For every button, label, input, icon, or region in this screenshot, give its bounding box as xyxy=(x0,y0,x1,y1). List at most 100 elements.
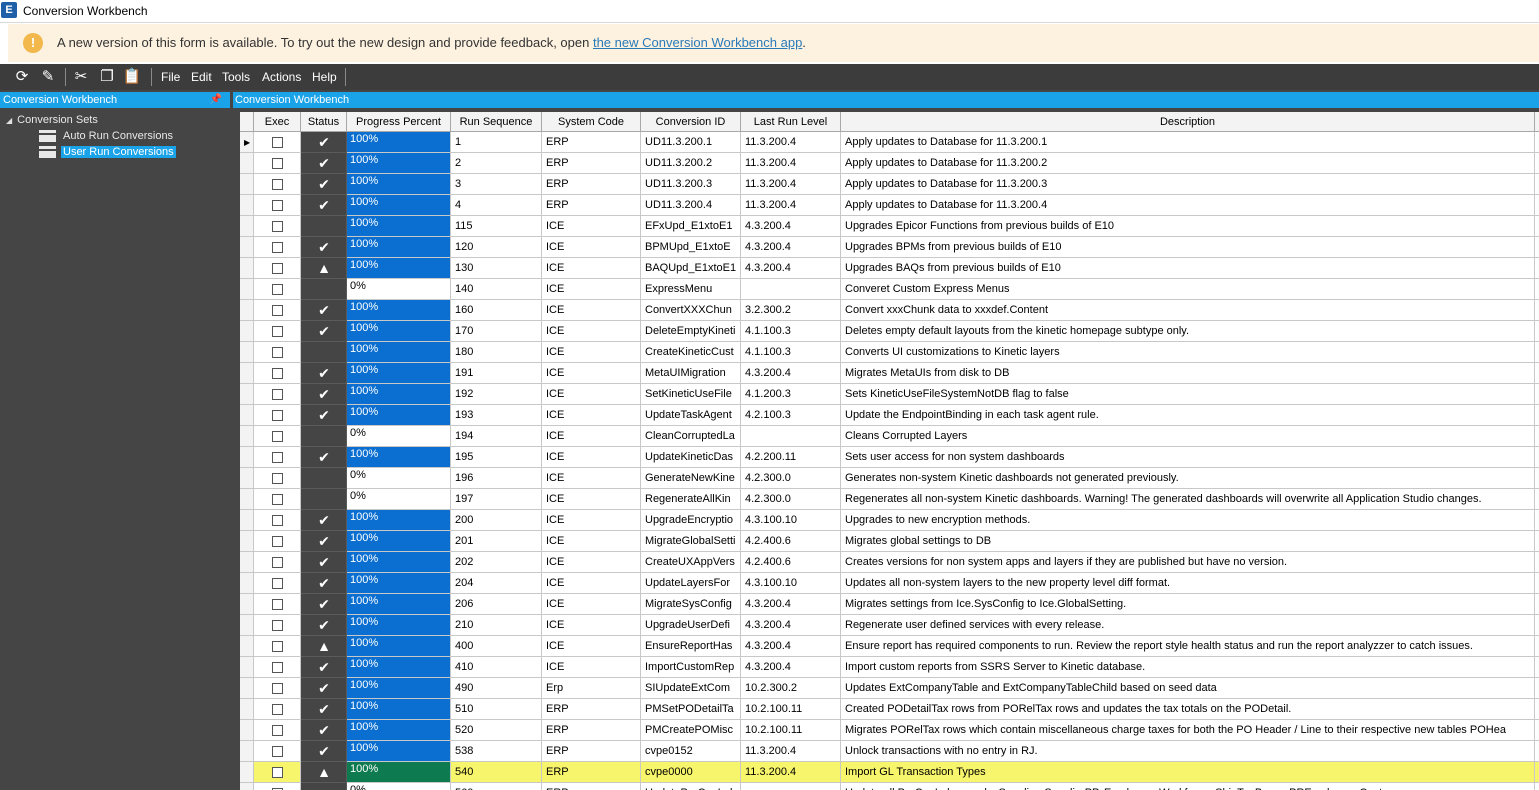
exec-cell[interactable] xyxy=(254,573,301,594)
exec-checkbox[interactable] xyxy=(272,452,283,463)
run-sequence-cell[interactable]: 2 xyxy=(451,153,542,174)
run-sequence-cell[interactable]: 120 xyxy=(451,237,542,258)
table-row[interactable]: ✔ 100% 2 ERP UD11.3.200.2 11.3.200.4 Apply upd… xyxy=(240,153,1539,174)
description-cell[interactable]: Import GL Transaction Types xyxy=(841,762,1535,783)
exec-checkbox[interactable] xyxy=(272,641,283,652)
row-indicator[interactable] xyxy=(240,153,254,174)
tree-node-user-run-conversions[interactable]: User Run Conversions xyxy=(39,145,176,160)
conversion-id-cell[interactable]: UD11.3.200.3 xyxy=(641,174,741,195)
conversion-id-cell[interactable]: RegenerateAllKin xyxy=(641,489,741,510)
table-row[interactable]: ✔ 100% 204 ICE UpdateLayersFor 4.3.100.10 Upda… xyxy=(240,573,1539,594)
table-row[interactable]: ✔ 100% 200 ICE UpgradeEncryptio 4.3.100.10 Upg… xyxy=(240,510,1539,531)
row-indicator[interactable] xyxy=(240,426,254,447)
row-indicator[interactable] xyxy=(240,405,254,426)
exec-checkbox[interactable] xyxy=(272,158,283,169)
exec-cell[interactable] xyxy=(254,678,301,699)
last-run-level-cell[interactable]: 4.2.300.0 xyxy=(741,489,841,510)
menu-edit[interactable]: Edit xyxy=(191,70,212,84)
system-code-cell[interactable]: ICE xyxy=(542,279,641,300)
exec-cell[interactable] xyxy=(254,594,301,615)
table-row[interactable]: ▲ 100% 540 ERP cvpe0000 11.3.200.4 Import GL T… xyxy=(240,762,1539,783)
column-header-status[interactable]: Status xyxy=(301,112,347,132)
system-code-cell[interactable]: ERP xyxy=(542,699,641,720)
exec-checkbox[interactable] xyxy=(272,263,283,274)
last-run-level-cell[interactable]: 4.2.400.6 xyxy=(741,531,841,552)
row-indicator[interactable]: ▶ xyxy=(240,132,254,153)
system-code-cell[interactable]: Erp xyxy=(542,678,641,699)
column-header-conversion-id[interactable]: Conversion ID xyxy=(641,112,741,132)
description-cell[interactable]: Updates all non-system layers to the new… xyxy=(841,573,1535,594)
exec-cell[interactable] xyxy=(254,783,301,790)
last-run-level-cell[interactable]: 4.1.100.3 xyxy=(741,342,841,363)
system-code-cell[interactable]: ERP xyxy=(542,153,641,174)
conversion-id-cell[interactable]: EFxUpd_E1xtoE1 xyxy=(641,216,741,237)
run-sequence-cell[interactable]: 195 xyxy=(451,447,542,468)
exec-cell[interactable] xyxy=(254,405,301,426)
table-row[interactable]: ▲ 100% 130 ICE BAQUpd_E1xtoE1 4.3.200.4 Upgrad… xyxy=(240,258,1539,279)
description-cell[interactable]: Converts UI customizations to Kinetic la… xyxy=(841,342,1535,363)
row-indicator[interactable] xyxy=(240,510,254,531)
system-code-cell[interactable]: ICE xyxy=(542,426,641,447)
exec-cell[interactable] xyxy=(254,720,301,741)
row-indicator[interactable] xyxy=(240,762,254,783)
row-indicator[interactable] xyxy=(240,300,254,321)
exec-checkbox[interactable] xyxy=(272,431,283,442)
system-code-cell[interactable]: ERP xyxy=(542,762,641,783)
exec-cell[interactable] xyxy=(254,552,301,573)
conversion-id-cell[interactable]: MetaUIMigration xyxy=(641,363,741,384)
row-indicator[interactable] xyxy=(240,678,254,699)
last-run-level-cell[interactable]: 10.2.300.2 xyxy=(741,678,841,699)
row-indicator[interactable] xyxy=(240,384,254,405)
row-indicator[interactable] xyxy=(240,783,254,790)
exec-cell[interactable] xyxy=(254,363,301,384)
exec-cell[interactable] xyxy=(254,258,301,279)
description-cell[interactable]: Unlock transactions with no entry in RJ. xyxy=(841,741,1535,762)
run-sequence-cell[interactable]: 192 xyxy=(451,384,542,405)
row-indicator[interactable] xyxy=(240,342,254,363)
conversion-id-cell[interactable]: UpgradeEncryptio xyxy=(641,510,741,531)
table-row[interactable]: ✔ 100% 160 ICE ConvertXXXChun 3.2.300.2 Conver… xyxy=(240,300,1539,321)
table-row[interactable]: ✔ 100% 191 ICE MetaUIMigration 4.3.200.4 Migra… xyxy=(240,363,1539,384)
description-cell[interactable]: Migrates PORelTax rows which contain mis… xyxy=(841,720,1535,741)
table-row[interactable]: ✔ 100% 510 ERP PMSetPODetailTa 10.2.100.11 Cre… xyxy=(240,699,1539,720)
run-sequence-cell[interactable]: 538 xyxy=(451,741,542,762)
table-row[interactable]: ✔ 100% 3 ERP UD11.3.200.3 11.3.200.4 Apply upd… xyxy=(240,174,1539,195)
menu-actions[interactable]: Actions xyxy=(262,70,301,84)
row-indicator[interactable] xyxy=(240,531,254,552)
description-cell[interactable]: Cleans Corrupted Layers xyxy=(841,426,1535,447)
exec-checkbox[interactable] xyxy=(272,473,283,484)
run-sequence-cell[interactable]: 3 xyxy=(451,174,542,195)
run-sequence-cell[interactable]: 201 xyxy=(451,531,542,552)
last-run-level-cell[interactable]: 4.1.200.3 xyxy=(741,384,841,405)
system-code-cell[interactable]: ICE xyxy=(542,321,641,342)
conversion-id-cell[interactable]: CleanCorruptedLa xyxy=(641,426,741,447)
system-code-cell[interactable]: ICE xyxy=(542,216,641,237)
description-cell[interactable]: Converet Custom Express Menus xyxy=(841,279,1535,300)
exec-checkbox[interactable] xyxy=(272,347,283,358)
run-sequence-cell[interactable]: 206 xyxy=(451,594,542,615)
last-run-level-cell[interactable] xyxy=(741,426,841,447)
description-cell[interactable]: Upgrades BAQs from previous builds of E1… xyxy=(841,258,1535,279)
run-sequence-cell[interactable]: 510 xyxy=(451,699,542,720)
table-row[interactable]: 0% 196 ICE GenerateNewKine 4.2.300.0 Generate… xyxy=(240,468,1539,489)
exec-cell[interactable] xyxy=(254,447,301,468)
conversion-id-cell[interactable]: UpgradeUserDefi xyxy=(641,615,741,636)
exec-checkbox[interactable] xyxy=(272,536,283,547)
conversion-id-cell[interactable]: cvpe0000 xyxy=(641,762,741,783)
conversion-id-cell[interactable]: SIUpdateExtCom xyxy=(641,678,741,699)
table-row[interactable]: ✔ 100% 538 ERP cvpe0152 11.3.200.4 Unlock tran… xyxy=(240,741,1539,762)
run-sequence-cell[interactable]: 204 xyxy=(451,573,542,594)
conversion-id-cell[interactable]: DeleteEmptyKineti xyxy=(641,321,741,342)
table-row[interactable]: ▲ 100% 400 ICE EnsureReportHas 4.3.200.4 Ensur… xyxy=(240,636,1539,657)
system-code-cell[interactable]: ICE xyxy=(542,510,641,531)
table-row[interactable]: 0% 560ERPUpdatePerConLnk Update all PerCon… xyxy=(240,783,1539,790)
exec-checkbox[interactable] xyxy=(272,137,283,148)
table-row[interactable]: ✔ 100% 192 ICE SetKineticUseFile 4.1.200.3 Set… xyxy=(240,384,1539,405)
conversion-id-cell[interactable]: UD11.3.200.1 xyxy=(641,132,741,153)
exec-checkbox[interactable] xyxy=(272,410,283,421)
system-code-cell[interactable]: ICE xyxy=(542,384,641,405)
exec-checkbox[interactable] xyxy=(272,242,283,253)
description-cell[interactable]: Regenerates all non-system Kinetic dashb… xyxy=(841,489,1535,510)
run-sequence-cell[interactable]: 540 xyxy=(451,762,542,783)
exec-cell[interactable] xyxy=(254,216,301,237)
